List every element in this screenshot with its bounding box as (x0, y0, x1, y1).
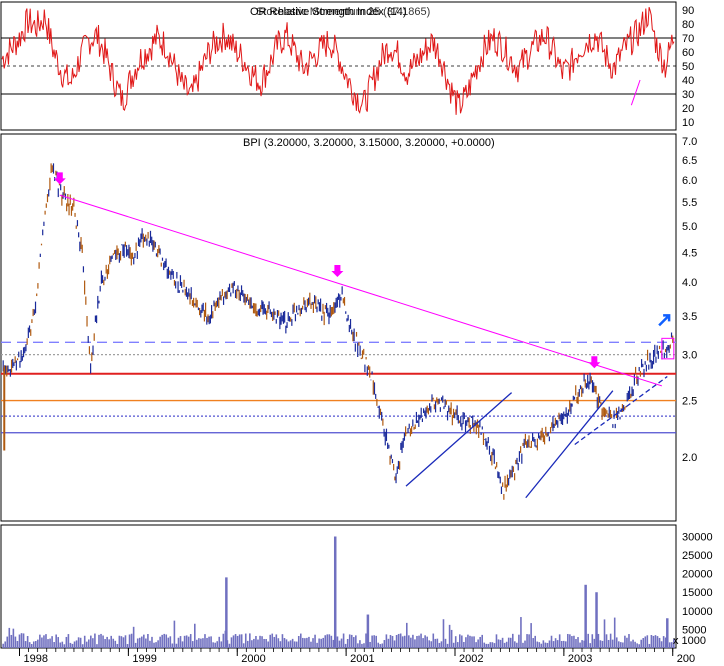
up-arrow-marker (658, 314, 671, 327)
price-tick-label: 6.5 (682, 155, 697, 167)
price-tick-label: 2.0 (682, 452, 697, 464)
price-tick-label: 3.5 (682, 311, 697, 323)
x-tick-label: 2000 (241, 653, 265, 665)
volume-tick-label: 15000 (682, 587, 713, 599)
volume-tick-label: 20000 (682, 569, 713, 581)
rsi-trendline (630, 79, 641, 106)
price-tick-label: 5.0 (682, 221, 697, 233)
rsi-tick-label: 30 (682, 89, 694, 101)
price-tick-label: 3.0 (682, 350, 697, 362)
volume-unit-label: x 1000 (673, 635, 706, 647)
stock-chart: 10 20 30 40 50 60 70 80 90 2.0 2.5 3.0 3.5 4.0 4.5 5.0… (0, 1, 713, 665)
rsi-tick-label: 70 (682, 33, 694, 45)
price-title: BPI (3.20000, 3.20000, 3.15000, 3.20000,… (243, 137, 495, 149)
down-arrow-marker (331, 264, 344, 277)
support-trendline (405, 392, 513, 487)
rsi-tick-label: 40 (682, 75, 694, 87)
rsi-tick-label: 80 (682, 19, 694, 31)
rsi-tick-label: 10 (682, 117, 694, 129)
x-tick-label: 1999 (132, 653, 156, 665)
x-tick-label: 2003 (568, 653, 592, 665)
volume-tick-label: 25000 (682, 550, 713, 562)
panel-frames (0, 1, 677, 649)
volume-tick-label: 30000 (682, 531, 713, 543)
long-trendline (59, 194, 662, 387)
price-panel: 2.0 2.5 3.0 3.5 4.0 4.5 5.0 5.5 6.0 6.5 7.0 (1, 136, 697, 500)
volume-tick-label: 10000 (682, 606, 713, 618)
price-tick-label: 7.0 (682, 136, 697, 148)
rsi-title-b: Stochastic Momentum 25 (37.1865) (256, 6, 430, 18)
down-arrow-marker (588, 356, 601, 369)
price-frame (0, 133, 677, 522)
rsi-tick-label: 50 (682, 61, 694, 73)
rsi-tick-label: 20 (682, 103, 694, 115)
x-tick-label: 1998 (24, 653, 48, 665)
x-axis: 1998 1999 2000 2001 2002 2003 200 (19, 648, 695, 665)
price-tick-label: 4.5 (682, 247, 697, 259)
price-tick-label: 6.0 (682, 175, 697, 187)
price-tick-label: 5.5 (682, 197, 697, 209)
volume-frame (0, 524, 677, 649)
rsi-series-line (1, 7, 675, 115)
x-tick-label: 200 (677, 653, 695, 665)
price-tick-label: 4.0 (682, 277, 697, 289)
x-tick-label: 2002 (459, 653, 483, 665)
price-tick-label: 2.5 (682, 396, 697, 408)
rsi-tick-label: 60 (682, 47, 694, 59)
volume-panel: 50001000015000200002500030000 (2, 531, 713, 648)
x-tick-label: 2001 (350, 653, 374, 665)
rsi-panel: 10 20 30 40 50 60 70 80 90 (1, 5, 694, 129)
rsi-tick-label: 90 (682, 5, 694, 17)
